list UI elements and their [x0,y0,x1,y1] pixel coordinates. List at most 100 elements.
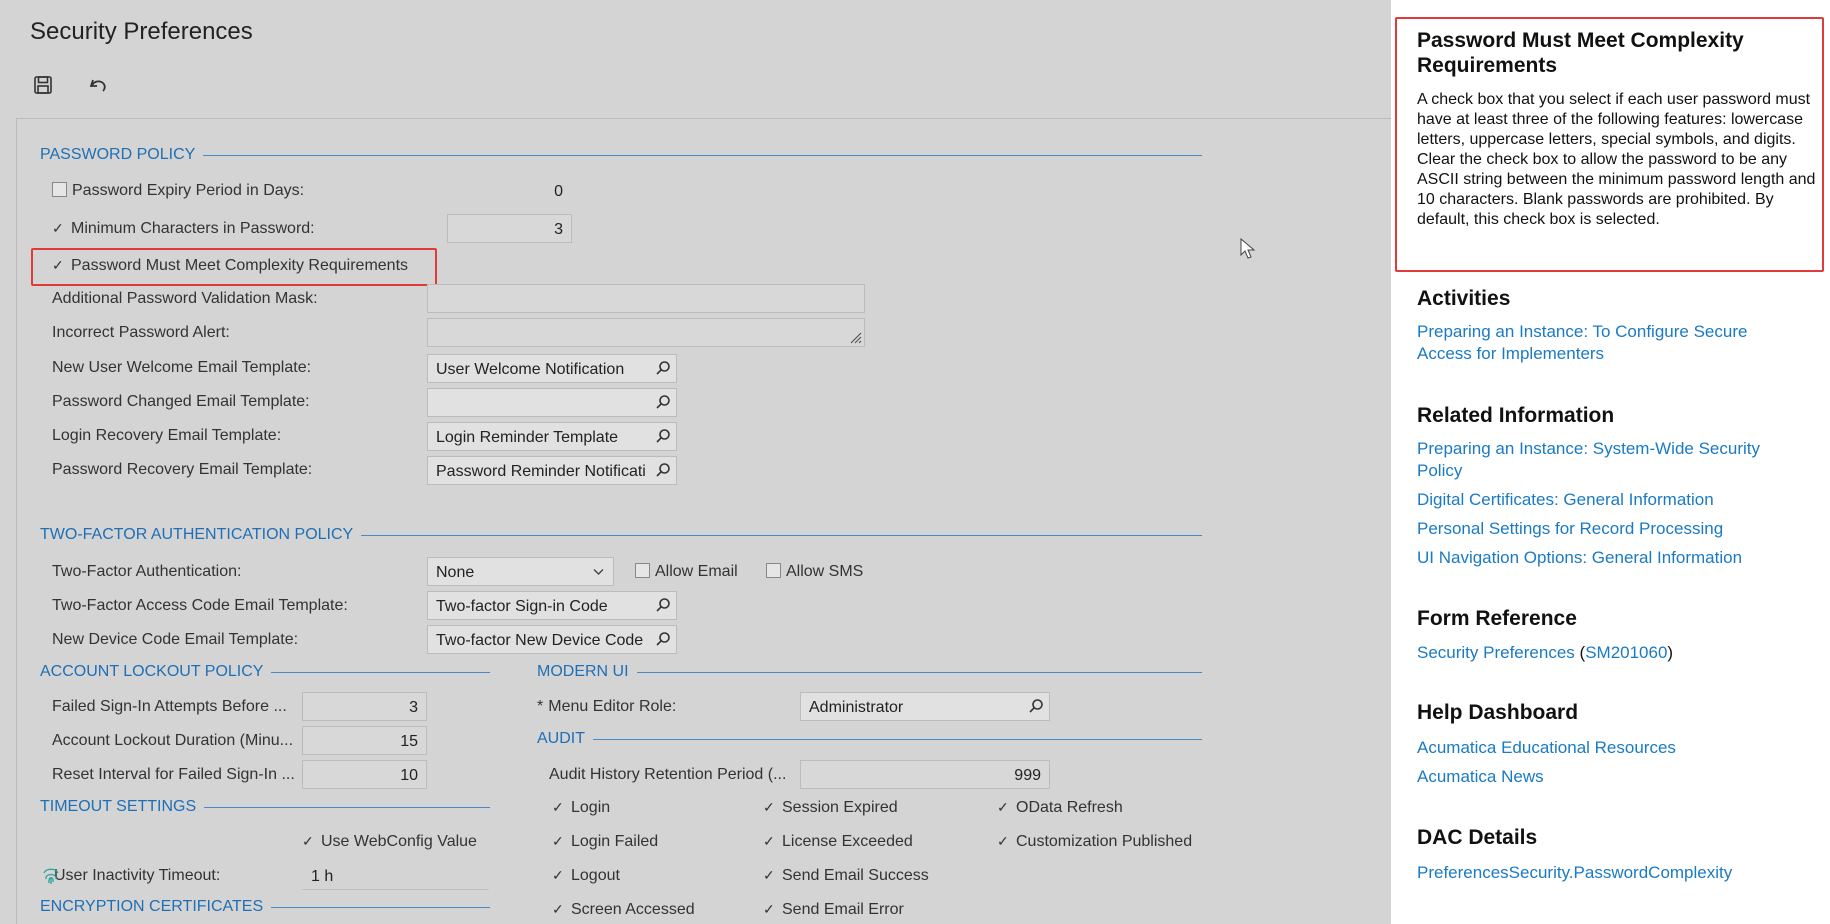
two-factor-label: Two-Factor Authentication: [52,563,242,580]
link-line[interactable]: Preparing an Instance: System-Wide Secur… [1417,439,1760,458]
device-code-label: New Device Code Email Template: [52,631,299,648]
checkmark-icon[interactable]: ✓ [763,867,779,884]
checkbox-unchecked[interactable] [766,563,781,578]
section-title: PASSWORD POLICY [40,146,196,163]
login-recovery-selector[interactable]: Login Reminder Template [427,422,677,451]
search-icon[interactable] [655,462,671,478]
resize-handle-icon[interactable] [848,330,862,344]
password-alert-input[interactable] [427,318,865,347]
checkmark-icon[interactable]: ✓ [763,799,779,816]
fingerprint-icon[interactable] [40,867,62,885]
link-line[interactable]: Policy [1417,461,1462,480]
audit-login-failed-checkbox[interactable]: ✓ Login Failed [552,833,658,851]
welcome-template-label: New User Welcome Email Template: [52,359,312,376]
lockout-duration-input[interactable]: 15 [302,726,427,755]
checkmark-icon[interactable]: ✓ [552,901,568,918]
welcome-template-selector[interactable]: User Welcome Notification [427,354,677,383]
help-title-line: Password Must Meet Complexity [1417,29,1744,52]
audit-logout-checkbox[interactable]: ✓ Logout [552,867,620,885]
audit-screen-accessed-checkbox[interactable]: ✓ Screen Accessed [552,901,695,919]
welcome-template-value: User Welcome Notification [436,361,625,378]
checkmark-icon[interactable]: ✓ [552,833,568,850]
password-recovery-selector[interactable]: Password Reminder Notificati [427,456,677,485]
section-divider [204,806,490,808]
section-lockout: ACCOUNT LOCKOUT POLICY [40,663,490,681]
dac-details-heading: DAC Details [1417,826,1538,849]
audit-send-email-success-checkbox[interactable]: ✓ Send Email Success [763,867,929,885]
changed-template-label: Password Changed Email Template: [52,393,310,410]
dashboard-link-educational[interactable]: Acumatica Educational Resources [1417,737,1676,759]
form-reference-link[interactable]: Security Preferences [1417,643,1575,662]
audit-customization-published-checkbox[interactable]: ✓ Customization Published [997,833,1192,851]
page-title: Security Preferences [30,18,253,45]
audit-option-label: OData Refresh [1016,799,1123,816]
audit-session-expired-checkbox[interactable]: ✓ Session Expired [763,799,898,817]
related-link-personal-settings[interactable]: Personal Settings for Record Processing [1417,518,1723,540]
related-link-security[interactable]: Preparing an Instance: System-Wide Secur… [1417,438,1760,482]
two-factor-dropdown[interactable]: None [427,557,614,586]
two-factor-value: None [436,564,475,581]
login-recovery-label: Login Recovery Email Template: [52,427,282,444]
checkbox-unchecked[interactable] [635,563,650,578]
help-panel: Password Must Meet Complexity Requirement… [1391,0,1830,924]
audit-option-label: Send Email Error [782,901,904,918]
menu-editor-role-selector[interactable]: Administrator [800,692,1050,721]
chevron-down-icon[interactable] [593,568,604,576]
section-audit: AUDIT [537,730,1202,748]
checkmark-icon[interactable]: ✓ [552,867,568,884]
password-alert-label: Incorrect Password Alert: [52,324,230,341]
device-code-selector[interactable]: Two-factor New Device Code [427,625,677,654]
activities-link[interactable]: Preparing an Instance: To Configure Secu… [1417,321,1747,365]
search-icon[interactable] [655,394,671,410]
reset-interval-input[interactable]: 10 [302,760,427,789]
webconfig-checkbox[interactable]: ✓ Use WebConfig Value [302,833,477,851]
retention-period-input[interactable]: 999 [800,760,1050,789]
lockout-duration-label: Account Lockout Duration (Minu... [52,732,294,749]
checkmark-icon[interactable]: ✓ [763,833,779,850]
password-expiry-value[interactable]: 0 [447,176,572,205]
section-title: ACCOUNT LOCKOUT POLICY [40,663,264,680]
search-icon[interactable] [655,428,671,444]
audit-option-label: Screen Accessed [571,901,695,918]
undo-icon[interactable] [85,72,111,98]
checkmark-icon[interactable]: ✓ [763,901,779,918]
dac-details-link[interactable]: PreferencesSecurity.PasswordComplexity [1417,862,1732,884]
related-heading: Related Information [1417,404,1615,427]
audit-login-checkbox[interactable]: ✓ Login [552,799,610,817]
changed-template-selector[interactable] [427,388,677,417]
password-expiry-checkbox[interactable]: Password Expiry Period in Days: [52,182,304,200]
password-recovery-label: Password Recovery Email Template: [52,461,313,478]
related-link-ui-navigation[interactable]: UI Navigation Options: General Informati… [1417,547,1742,569]
audit-license-exceeded-checkbox[interactable]: ✓ License Exceeded [763,833,913,851]
link-line[interactable]: Preparing an Instance: To Configure Secu… [1417,322,1747,341]
search-icon[interactable] [1028,698,1044,714]
audit-odata-refresh-checkbox[interactable]: ✓ OData Refresh [997,799,1123,817]
access-code-selector[interactable]: Two-factor Sign-in Code [427,591,677,620]
checkmark-icon[interactable]: ✓ [997,833,1013,850]
form-code-link[interactable]: SM201060 [1585,643,1667,662]
allow-sms-checkbox[interactable]: Allow SMS [766,563,863,581]
search-icon[interactable] [655,631,671,647]
section-divider [271,671,490,673]
validation-mask-input[interactable] [427,284,865,313]
search-icon[interactable] [655,360,671,376]
link-line[interactable]: Access for Implementers [1417,344,1604,363]
inactivity-input[interactable]: 1 h [302,861,489,890]
checkmark-icon[interactable]: ✓ [52,220,68,237]
dashboard-link-news[interactable]: Acumatica News [1417,766,1544,788]
checkmark-icon[interactable]: ✓ [997,799,1013,816]
min-chars-input[interactable]: 3 [447,214,572,243]
failed-attempts-input[interactable]: 3 [302,692,427,721]
audit-option-label: Send Email Success [782,867,929,884]
checkmark-icon[interactable]: ✓ [552,799,568,816]
related-link-certificates[interactable]: Digital Certificates: General Informatio… [1417,489,1714,511]
save-icon[interactable] [30,72,56,98]
checkbox-unchecked[interactable] [52,182,67,197]
paren: ( [1574,643,1586,662]
validation-mask-label: Additional Password Validation Mask: [52,290,318,307]
allow-email-checkbox[interactable]: Allow Email [635,563,738,581]
search-icon[interactable] [655,597,671,613]
main-panel: Security Preferences PASSWORD POLICY Pas… [0,0,1391,924]
audit-send-email-error-checkbox[interactable]: ✓ Send Email Error [763,901,904,919]
checkmark-icon[interactable]: ✓ [302,833,318,850]
